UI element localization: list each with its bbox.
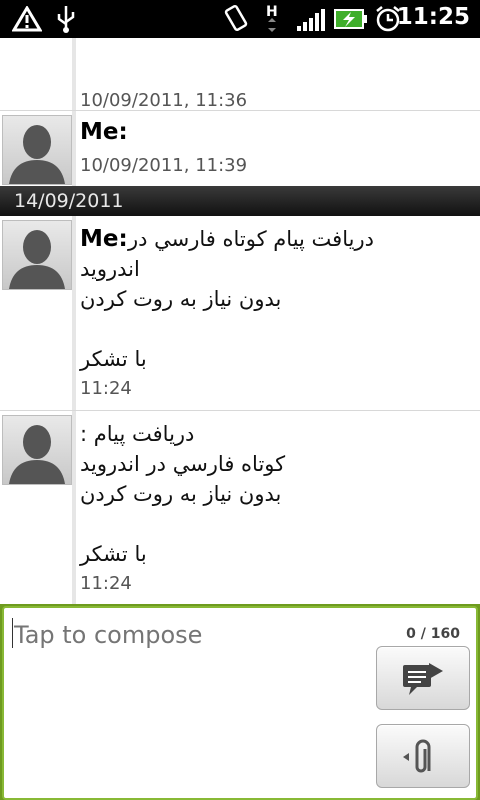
vibrate-icon	[224, 4, 248, 32]
message-body: دريافت پيام کوتاه فارسي در	[128, 227, 374, 251]
message-timestamp: 10/09/2011, 11:36	[80, 90, 248, 111]
battery-charging-icon	[334, 9, 367, 29]
avatar	[2, 115, 72, 185]
avatar	[2, 220, 72, 290]
send-icon	[403, 663, 443, 695]
avatar	[2, 415, 72, 485]
message-sender: Me:	[80, 226, 128, 252]
paperclip-icon	[403, 739, 431, 773]
date-separator: 14/09/2011	[0, 186, 480, 216]
usb-icon	[57, 6, 75, 33]
attach-button[interactable]	[376, 724, 470, 788]
message-sender: Me:	[80, 119, 128, 145]
contact-silhouette-icon	[9, 425, 65, 484]
list-item[interactable]: Me: 10/09/2011, 11:39	[0, 110, 480, 188]
conversation-list[interactable]: 10/09/2011, 11:36 Me: 10/09/2011, 11:39 …	[0, 38, 480, 604]
message-body: دريافت پيام : کوتاه فارسي در اندرويد بدو…	[80, 422, 286, 566]
hspa-data-icon: H	[266, 4, 278, 32]
list-item[interactable]: Me: دريافت پيام کوتاه فارسي در اندرويد ب…	[0, 216, 480, 411]
message-timestamp: 11:24	[80, 378, 132, 399]
contact-silhouette-icon	[9, 125, 65, 184]
message-body: اندرويد بدون نياز به روت کردن با تشکر	[80, 257, 282, 371]
signal-icon	[297, 9, 325, 31]
compose-area: 0 / 160	[0, 604, 480, 800]
svg-text:H: H	[266, 4, 278, 20]
compose-box[interactable]: 0 / 160	[2, 606, 478, 800]
send-button[interactable]	[376, 646, 470, 710]
list-item[interactable]: 10/09/2011, 11:36	[0, 38, 480, 111]
clock: 11:25	[396, 4, 470, 30]
text-caret	[12, 618, 13, 648]
warning-icon	[12, 6, 42, 32]
list-item[interactable]: دريافت پيام : کوتاه فارسي در اندرويد بدو…	[0, 410, 480, 604]
character-counter: 0 / 160	[406, 626, 460, 642]
message-timestamp: 10/09/2011, 11:39	[80, 155, 248, 176]
status-bar: H 11:25	[0, 0, 480, 38]
contact-silhouette-icon	[9, 230, 65, 289]
compose-input[interactable]	[12, 614, 376, 656]
message-timestamp: 11:24	[80, 573, 132, 594]
